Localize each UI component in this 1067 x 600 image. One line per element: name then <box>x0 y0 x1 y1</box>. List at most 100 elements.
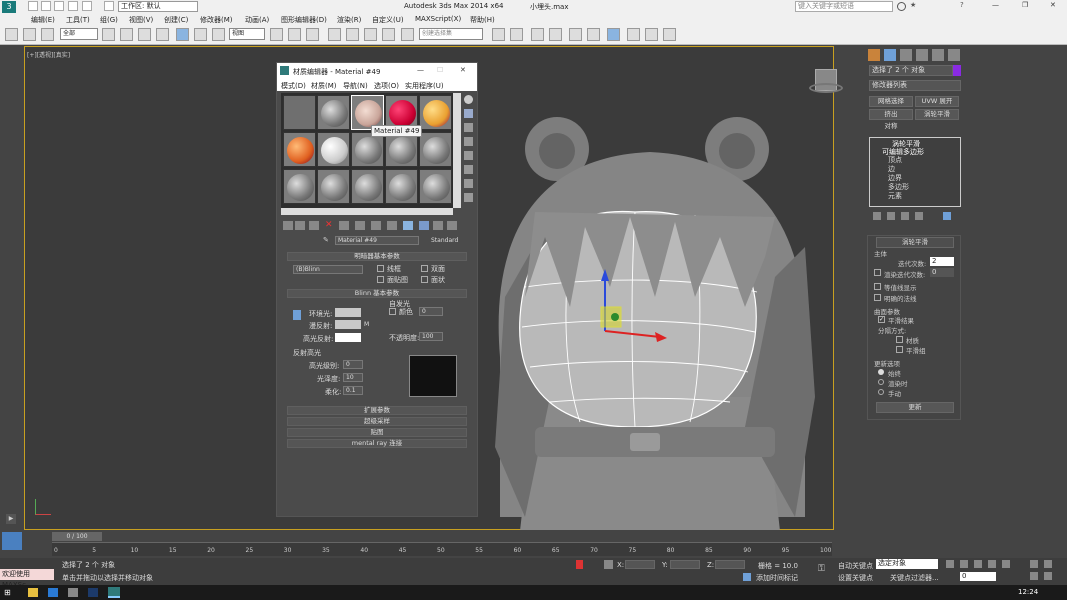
save-file-icon[interactable] <box>54 1 64 11</box>
menu-item-animation[interactable]: 动画(A) <box>245 15 269 25</box>
menu-item-help[interactable]: 帮助(H) <box>470 15 495 25</box>
shader-rollout-header[interactable]: 明暗器基本参数 <box>287 252 467 261</box>
render-setup-icon[interactable] <box>627 28 640 41</box>
lock-ambient-icon[interactable] <box>293 310 301 320</box>
spinner-snap-icon[interactable] <box>382 28 395 41</box>
schematic-view-icon[interactable] <box>587 28 600 41</box>
pivot-center-icon[interactable] <box>270 28 283 41</box>
y-coord-input[interactable] <box>670 560 700 569</box>
sample-slot[interactable] <box>385 132 418 167</box>
tab-create-icon[interactable] <box>868 49 880 61</box>
angle-snap-icon[interactable] <box>346 28 359 41</box>
sample-slot[interactable] <box>317 169 350 204</box>
backlight-icon[interactable] <box>464 109 473 118</box>
zoom-icon[interactable] <box>1030 560 1038 568</box>
iterations-input[interactable]: 2 <box>930 257 954 266</box>
turbosmooth-button[interactable]: 涡轮平滑 <box>915 109 959 120</box>
goto-end-icon[interactable] <box>1002 560 1010 568</box>
put-to-scene-icon[interactable] <box>295 221 305 230</box>
mat-maximize-button[interactable]: ☐ <box>437 66 443 74</box>
self-illum-input[interactable]: 0 <box>419 307 443 316</box>
slots-scrollbar[interactable] <box>453 93 461 208</box>
material-editor-icon[interactable] <box>607 28 620 41</box>
select-by-name-icon[interactable] <box>120 28 133 41</box>
z-coord-input[interactable] <box>715 560 745 569</box>
search-icon[interactable] <box>897 2 906 11</box>
supersampling-rollout[interactable]: 超级采样 <box>287 417 467 426</box>
auto-key-button[interactable]: 自动关键点 <box>838 561 873 571</box>
remove-modifier-icon[interactable] <box>915 212 923 220</box>
rendered-frame-icon[interactable] <box>645 28 658 41</box>
gloss-input[interactable]: 10 <box>343 373 363 382</box>
sample-slot[interactable] <box>385 169 418 204</box>
mat-minimize-button[interactable]: — <box>417 66 424 74</box>
select-by-material-icon[interactable] <box>464 193 473 202</box>
goto-start-icon[interactable] <box>946 560 954 568</box>
make-unique-mat-icon[interactable] <box>355 221 365 230</box>
mini-curve-editor-icon[interactable] <box>2 532 22 550</box>
sample-type-icon[interactable] <box>464 95 473 104</box>
3dsmax-taskbar-icon[interactable] <box>108 587 120 598</box>
explicit-normals-checkbox[interactable] <box>874 294 881 301</box>
assign-material-icon[interactable] <box>309 221 319 230</box>
tab-modify-icon[interactable] <box>884 49 896 61</box>
unlink-icon[interactable] <box>23 28 36 41</box>
help-icon[interactable]: ? <box>960 1 964 9</box>
edge-browser-icon[interactable] <box>48 588 58 597</box>
selected-object-dropdown[interactable]: 选定对象 <box>876 559 938 569</box>
keyboard-shortcut-icon[interactable] <box>306 28 319 41</box>
configure-sets-icon[interactable] <box>943 212 951 220</box>
tab-display-icon[interactable] <box>932 49 944 61</box>
reference-coord-dropdown[interactable]: 视图 <box>229 28 265 40</box>
sample-slot[interactable] <box>351 132 384 167</box>
spec-level-input[interactable]: 0 <box>343 360 363 369</box>
new-file-icon[interactable] <box>28 1 38 11</box>
self-illum-color-checkbox[interactable] <box>389 308 396 315</box>
update-button[interactable]: 更新 <box>876 402 954 413</box>
mat-menu-modes[interactable]: 模式(D) <box>281 81 306 91</box>
mat-menu-utilities[interactable]: 实用程序(U) <box>405 81 444 91</box>
named-selection-dropdown[interactable]: 创建选择集 <box>419 28 483 40</box>
select-manipulate-icon[interactable] <box>288 28 301 41</box>
face-map-checkbox[interactable] <box>377 276 384 283</box>
two-sided-checkbox[interactable] <box>421 265 428 272</box>
extrude-button[interactable]: 挤出 <box>869 109 913 120</box>
pick-material-icon[interactable]: ✎ <box>323 236 332 245</box>
specular-swatch[interactable] <box>335 333 361 342</box>
file-explorer-icon[interactable] <box>28 588 38 597</box>
character-model[interactable] <box>475 97 835 531</box>
menu-item-edit[interactable]: 编辑(E) <box>31 15 55 25</box>
uvw-unwrap-button[interactable]: UVW 展开 <box>915 96 959 107</box>
sample-slot[interactable] <box>283 169 316 204</box>
percent-snap-icon[interactable] <box>364 28 377 41</box>
pin-stack-icon[interactable] <box>873 212 881 220</box>
viewport-label[interactable]: [+][透视][真实] <box>27 50 70 59</box>
edit-named-sets-icon[interactable] <box>401 28 414 41</box>
viewcube-ring[interactable] <box>809 83 843 93</box>
mesh-select-button[interactable]: 网格选择 <box>869 96 913 107</box>
link-icon[interactable] <box>5 28 18 41</box>
show-end-result-mat-icon[interactable] <box>419 221 429 230</box>
bind-spacewarp-icon[interactable] <box>41 28 54 41</box>
mat-close-button[interactable]: ✕ <box>460 66 466 74</box>
mat-menu-navigation[interactable]: 导航(N) <box>343 81 368 91</box>
make-copy-icon[interactable] <box>339 221 349 230</box>
rectangle-selection-icon[interactable] <box>138 28 151 41</box>
select-rotate-icon[interactable] <box>194 28 207 41</box>
selection-filter-dropdown[interactable]: 全部 <box>60 28 98 40</box>
select-object-icon[interactable] <box>102 28 115 41</box>
photoshop-icon[interactable] <box>88 588 98 597</box>
tab-hierarchy-icon[interactable] <box>900 49 912 61</box>
curve-editor-icon[interactable] <box>569 28 582 41</box>
smoothing-groups-checkbox[interactable] <box>896 346 903 353</box>
star-icon[interactable]: ★ <box>910 1 916 9</box>
make-unique-icon[interactable] <box>901 212 909 220</box>
maxscript-listener[interactable]: 欢迎使用 MAXSc <box>0 569 54 589</box>
show-end-result-icon[interactable] <box>887 212 895 220</box>
sample-slot[interactable] <box>351 169 384 204</box>
select-scale-icon[interactable] <box>212 28 225 41</box>
orbit-icon[interactable] <box>1044 572 1052 580</box>
play-icon[interactable] <box>974 560 982 568</box>
pan-icon[interactable] <box>1030 572 1038 580</box>
set-key-button[interactable]: 设置关键点 <box>838 573 873 583</box>
